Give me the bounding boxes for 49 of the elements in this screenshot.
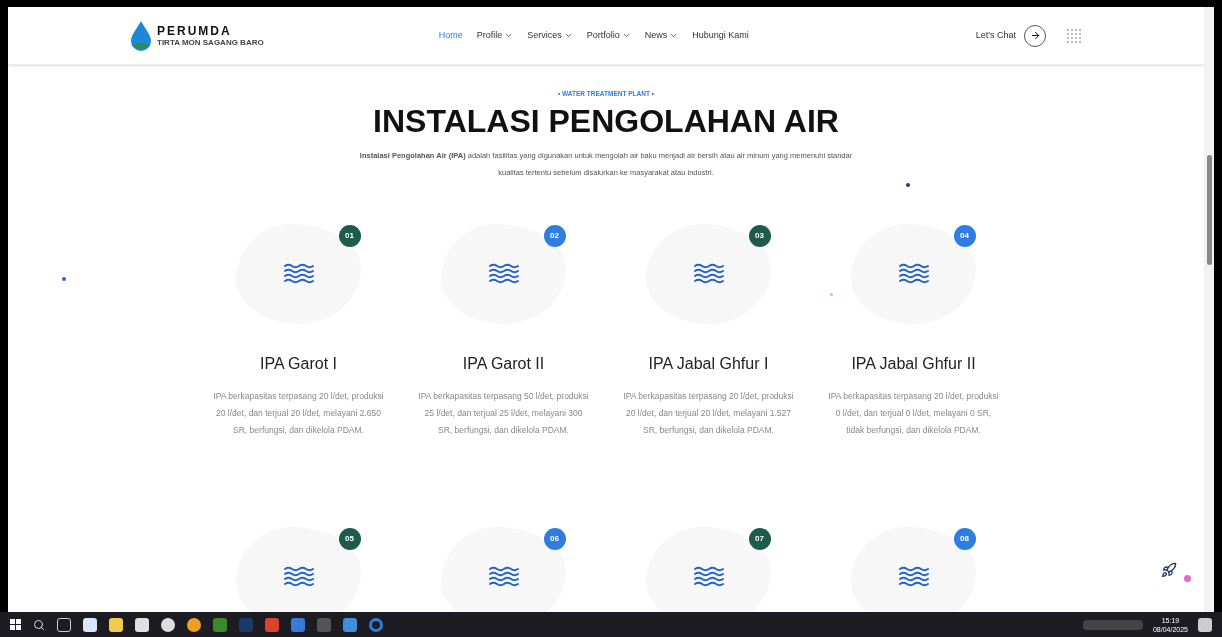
water-waves-icon [283, 566, 314, 589]
search-icon[interactable] [33, 618, 45, 631]
card-description: IPA berkapasitas terpasang 20 l/det, produksi 0 l/det, dan terjual 0 l/det, melayani 0 SR, tidak berfungsi, dan dikelola PDAM. [827, 389, 1000, 437]
number-badge: 06 [543, 527, 566, 550]
app-icon[interactable] [265, 617, 279, 632]
water-waves-icon [898, 263, 929, 286]
water-waves-icon [693, 263, 724, 286]
card-title: IPA Jabal Ghfur I [648, 353, 769, 374]
nav-link[interactable]: News [644, 28, 679, 43]
arrow-right-icon [1029, 30, 1041, 41]
card-description: IPA berkapasitas terpasang 20 l/det, produksi 20 l/det, dan terjual 20 l/det, melayani 1.527 SR, berfungsi, dan dikelola PDAM. [622, 389, 795, 437]
nav-link[interactable]: Services [527, 28, 573, 43]
app-icon[interactable] [343, 617, 357, 632]
water-waves-icon [488, 263, 519, 286]
card-title: IPA Jabal Ghfur II [851, 353, 976, 374]
nav-link[interactable]: Home [438, 28, 463, 43]
chevron-down-icon [669, 31, 679, 40]
card-title: IPA Garot II [462, 353, 545, 374]
number-badge: 02 [543, 224, 566, 247]
dots-grid-icon[interactable] [1066, 27, 1082, 44]
water-waves-icon [283, 263, 314, 286]
card-description: IPA berkapasitas terpasang 20 l/det, produksi 20 l/det, dan terjual 20 l/det, melayani 2.650 SR, berfungsi, dan dikelola PDAM. [212, 389, 385, 437]
number-badge: 05 [338, 527, 361, 550]
card-title: IPA Garot I [259, 353, 338, 374]
number-badge: 08 [953, 527, 976, 550]
logo-name: PERUMDA [157, 24, 233, 38]
nav-link[interactable]: Portfolio [586, 28, 631, 43]
app-icon[interactable] [213, 617, 227, 632]
number-badge: 01 [338, 224, 361, 247]
water-waves-icon [488, 566, 519, 589]
number-badge: 04 [953, 224, 976, 247]
water-drop-logo-icon [130, 19, 152, 52]
chevron-down-icon [563, 31, 573, 40]
number-badge: 03 [748, 224, 771, 247]
nav-link[interactable]: Hubungi Kami [692, 28, 749, 43]
water-waves-icon [693, 566, 724, 589]
chat-label: Let's Chat [975, 28, 1016, 42]
app-icon[interactable] [291, 617, 305, 632]
chevron-down-icon [621, 31, 631, 40]
rocket-icon[interactable] [1161, 562, 1177, 578]
section-title: INSTALASI PENGOLAHAN AIR [373, 102, 839, 139]
chevron-down-icon [504, 31, 514, 40]
logo-tagline: TIRTA MON SAGANG BARO [157, 37, 264, 47]
number-badge: 07 [748, 527, 771, 550]
scrollbar[interactable] [1204, 7, 1214, 612]
water-waves-icon [898, 566, 929, 589]
nav-link[interactable]: Profile [476, 28, 514, 43]
windows-start-icon[interactable] [10, 619, 21, 630]
card-description: IPA berkapasitas terpasang 50 l/det, produksi 25 l/det, dan terjual 25 l/det, melayani 300 SR, berfungsi, dan dikelola PDAM. [417, 389, 590, 437]
